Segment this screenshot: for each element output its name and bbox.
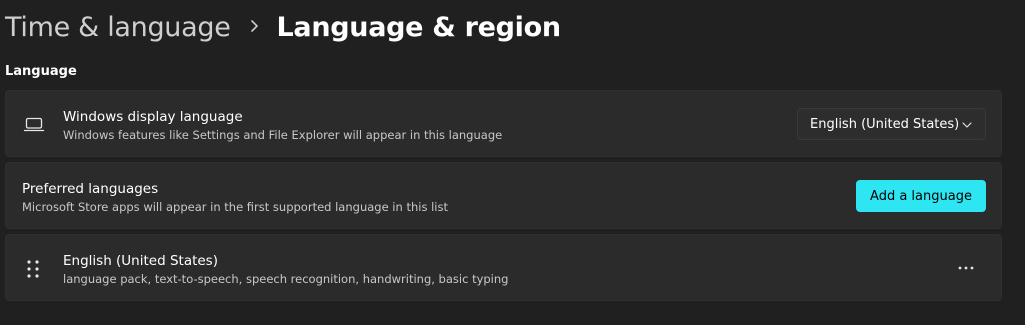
page-title: Language & region	[276, 11, 562, 43]
display-language-subtitle: Windows features like Settings and File …	[63, 128, 503, 142]
add-language-button[interactable]: Add a language	[856, 180, 986, 212]
display-language-selected-value: English (United States)	[810, 116, 960, 132]
language-item-name: English (United States)	[63, 253, 218, 269]
laptop-icon	[23, 113, 45, 135]
settings-page: Time & language Language & region Langua…	[0, 0, 1025, 325]
preferred-languages-subtitle: Microsoft Store apps will appear in the …	[22, 200, 448, 214]
breadcrumb-parent-link[interactable]: Time & language	[5, 12, 231, 43]
language-list-item[interactable]: English (United States) language pack, t…	[5, 234, 1002, 301]
preferred-languages-title: Preferred languages	[22, 181, 159, 197]
display-language-title: Windows display language	[63, 109, 243, 125]
display-language-dropdown[interactable]: English (United States)	[797, 108, 986, 140]
display-language-text: Windows display language Windows feature…	[63, 108, 502, 143]
chevron-right-icon	[239, 12, 269, 40]
breadcrumb: Time & language Language & region	[5, 7, 561, 47]
section-title-language: Language	[5, 64, 77, 79]
display-language-card: Windows display language Windows feature…	[5, 90, 1002, 157]
preferred-languages-card: Preferred languages Microsoft Store apps…	[5, 162, 1002, 229]
language-item-features: language pack, text-to-speech, speech re…	[63, 272, 509, 286]
drag-handle-icon[interactable]	[26, 259, 40, 279]
more-options-icon[interactable]	[953, 259, 979, 277]
preferred-languages-text: Preferred languages Microsoft Store apps…	[22, 180, 448, 215]
chevron-down-icon	[961, 119, 973, 129]
language-item-text: English (United States) language pack, t…	[63, 252, 508, 287]
